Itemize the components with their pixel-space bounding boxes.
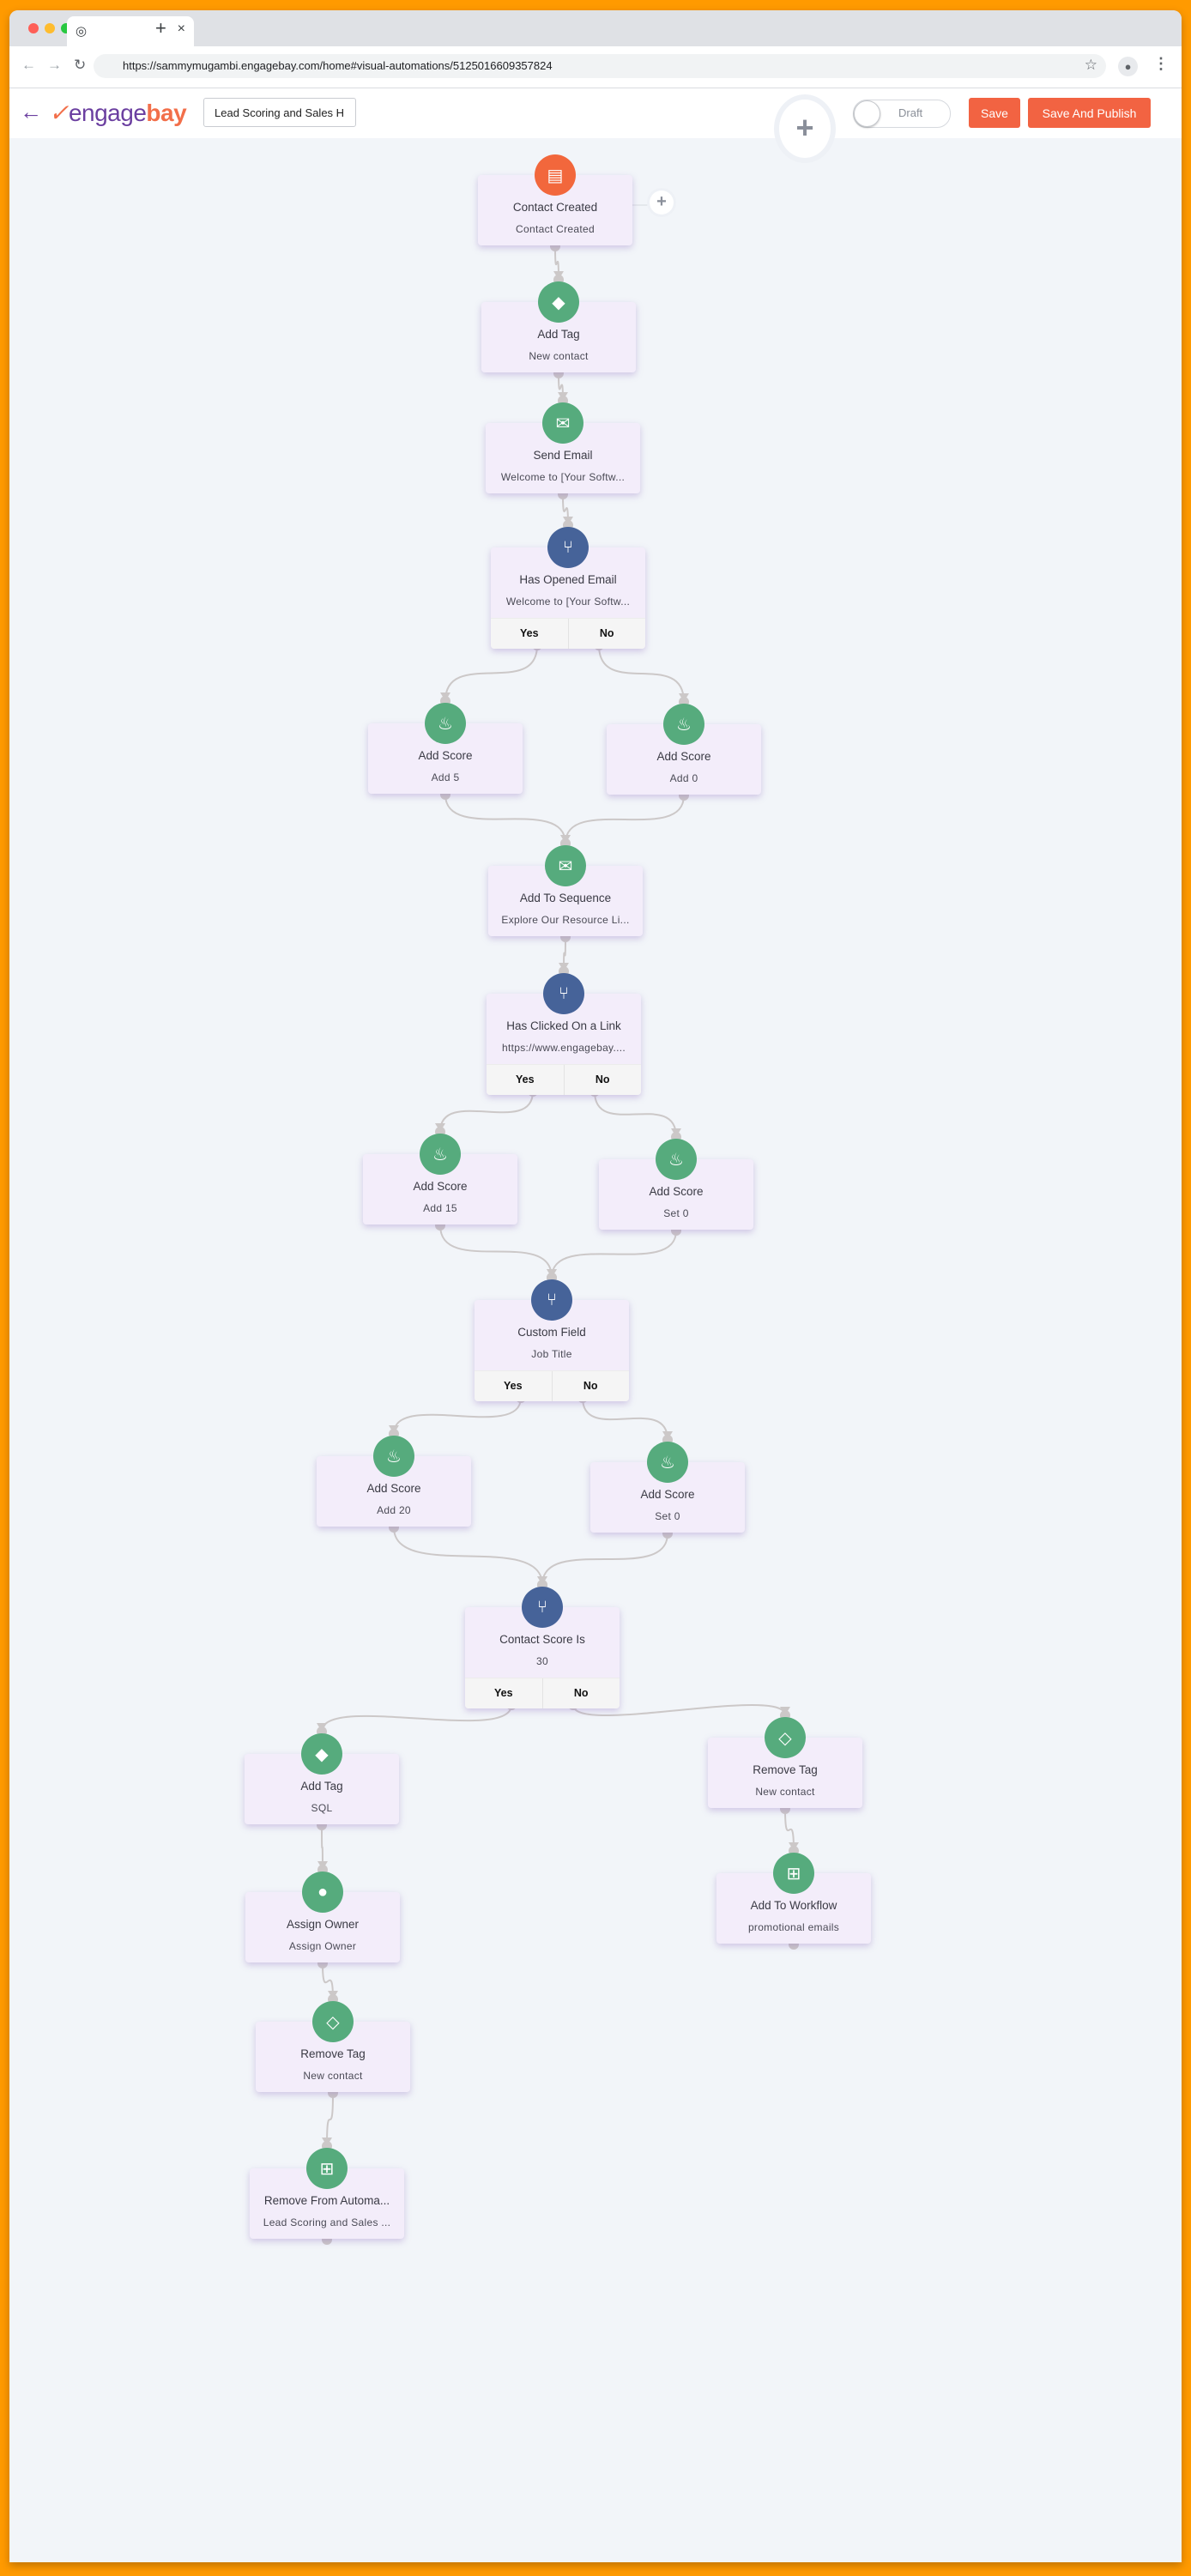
branch-icon: ⑂ [522,1587,563,1628]
connector-layer [317,204,799,2245]
node-subtitle: 30 [536,1655,548,1667]
sitemap-icon: ⊞ [306,2148,348,2189]
workflow-node-add-to-workflow[interactable]: ⊞ Add To Workflow promotional emails [716,1853,871,1944]
node-subtitle: Explore Our Resource Li... [501,914,630,926]
newspaper-icon: ▤ [535,154,576,196]
workflow-node-contact-score-is[interactable]: ⑂ Contact Score Is 30 Yes No [465,1587,620,1708]
workflow-node-add-score[interactable]: ♨ Add Score Add 5 [368,703,523,794]
add-trigger-side-button[interactable]: + [650,190,674,215]
connector-edge [541,1533,668,1586]
connector-edge [594,1091,677,1138]
flame-icon: ♨ [425,703,466,744]
browser-window: ◎ × + ← → ↻ https://sammymugambi.engageb… [9,10,1182,2562]
node-subtitle: Job Title [531,1348,572,1360]
branch-icon: ⑂ [531,1279,572,1321]
eraser-icon: ◇ [765,1717,806,1758]
branch-row: Yes No [491,618,645,649]
yes-branch[interactable]: Yes [475,1371,553,1401]
workflow-node-add-score[interactable]: ♨ Add Score Add 0 [607,704,761,795]
tag-icon: ◆ [538,281,579,323]
node-subtitle: New contact [755,1786,815,1798]
node-subtitle: Welcome to [Your Softw... [505,596,631,608]
connector-edge [551,1230,677,1279]
no-branch[interactable]: No [565,1065,642,1095]
node-subtitle: Welcome to [Your Softw... [500,471,626,483]
branch-row: Yes No [465,1678,620,1708]
yes-branch[interactable]: Yes [465,1678,543,1708]
workflow-node-remove-tag[interactable]: ◇ Remove Tag New contact [708,1717,862,1808]
node-subtitle: New contact [529,350,589,362]
node-subtitle: Add 5 [431,771,460,783]
envelope-icon: ✉ [545,845,586,886]
branch-icon: ⑂ [547,527,589,568]
node-subtitle: https://www.engagebay.... [501,1042,626,1054]
envelope-icon: ✉ [542,402,583,444]
flame-icon: ♨ [656,1139,697,1180]
flame-icon: ♨ [373,1436,414,1477]
node-subtitle: Set 0 [663,1207,689,1219]
workflow-node-send-email[interactable]: ✉ Send Email Welcome to [Your Softw... [486,402,640,493]
no-branch[interactable]: No [543,1678,620,1708]
connector-edge [393,1397,522,1435]
add-trigger-button[interactable]: + [779,100,831,158]
connector-edge [439,1091,534,1133]
connector-edge [444,794,566,844]
node-subtitle: SQL [311,1802,333,1814]
connector-edge [439,1225,553,1279]
node-subtitle: New contact [303,2070,363,2082]
workflow-node-add-score[interactable]: ♨ Add Score Add 15 [363,1134,517,1225]
user-icon: ● [302,1872,343,1913]
node-subtitle: Add 15 [423,1202,457,1214]
workflow-node-contact-created[interactable]: ▤ Contact Created Contact Created [478,154,632,245]
workflow-node-add-tag[interactable]: ◆ Add Tag New contact [481,281,636,372]
connector-edge [582,1397,668,1441]
tag-icon: ◆ [301,1733,342,1775]
node-subtitle: Add 20 [377,1504,411,1516]
yes-branch[interactable]: Yes [491,619,569,649]
no-branch[interactable]: No [553,1371,630,1401]
workflow-node-add-score[interactable]: ♨ Add Score Add 20 [317,1436,471,1527]
workflow-node-has-opened-email[interactable]: ⑂ Has Opened Email Welcome to [Your Softw.… [491,527,645,649]
workflow-node-add-to-sequence[interactable]: ✉ Add To Sequence Explore Our Resource Li.… [488,845,643,936]
branch-icon: ⑂ [543,973,584,1014]
workflow-node-has-clicked-on-a-link[interactable]: ⑂ Has Clicked On a Link https://www.engage… [487,973,641,1095]
branch-row: Yes No [475,1370,629,1401]
automation-canvas[interactable]: + ▤ Contact Created Contact Created ◆ Add Ta… [9,10,1182,2562]
connector-edge [393,1527,543,1586]
node-subtitle: Add 0 [669,772,698,784]
flame-icon: ♨ [647,1442,688,1483]
workflow-node-remove-tag[interactable]: ◇ Remove Tag New contact [256,2001,410,2092]
workflow-node-add-score[interactable]: ♨ Add Score Set 0 [599,1139,753,1230]
node-subtitle: Contact Created [516,223,595,235]
node-subtitle: Set 0 [655,1510,680,1522]
flame-icon: ♨ [663,704,704,745]
workflow-node-add-score[interactable]: ♨ Add Score Set 0 [590,1442,745,1533]
branch-row: Yes No [487,1064,641,1095]
node-subtitle: Lead Scoring and Sales ... [263,2216,391,2228]
connector-edge [598,644,685,703]
connector-edge [321,1704,512,1732]
connector-edge [565,795,685,844]
yes-branch[interactable]: Yes [487,1065,565,1095]
workflow-node-add-tag[interactable]: ◆ Add Tag SQL [245,1733,399,1824]
eraser-icon: ◇ [312,2001,354,2042]
no-branch[interactable]: No [569,619,646,649]
connector-edge [444,644,538,702]
flame-icon: ♨ [420,1134,461,1175]
workflow-node-remove-from-automa[interactable]: ⊞ Remove From Automa... Lead Scoring and S… [250,2148,404,2239]
node-subtitle: promotional emails [747,1921,840,1933]
workflow-node-custom-field[interactable]: ⑂ Custom Field Job Title Yes No [475,1279,629,1401]
sitemap-icon: ⊞ [773,1853,814,1894]
node-subtitle: Assign Owner [288,1940,357,1952]
workflow-node-assign-owner[interactable]: ● Assign Owner Assign Owner [245,1872,400,1962]
